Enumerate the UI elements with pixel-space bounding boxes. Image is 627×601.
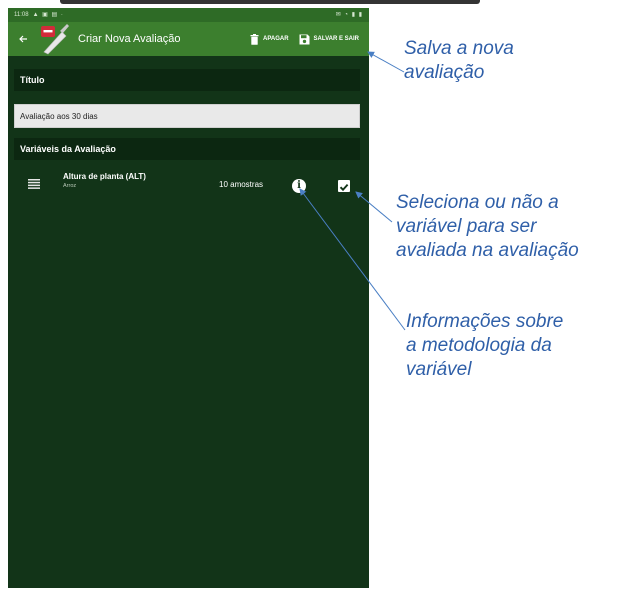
annotation-line: Salva a nova bbox=[404, 38, 514, 59]
variable-name: Altura de planta (ALT) bbox=[63, 172, 146, 181]
save-button-label: SALVAR E SAIR bbox=[313, 36, 359, 42]
variable-crop: Arroz bbox=[63, 183, 77, 189]
status-bar: 11:08 ▲ ▣ ▤ · ✉ ◔ ▮ ▮ bbox=[8, 8, 369, 22]
arrow-to-save bbox=[367, 51, 405, 73]
select-variable-checkbox[interactable] bbox=[338, 180, 350, 192]
annotation-line: avaliação bbox=[404, 62, 485, 83]
annotation-save: Salva a nova avaliação bbox=[404, 37, 514, 85]
app-bar: Criar Nova Avaliação APAGAR SALVAR E SAI… bbox=[8, 22, 369, 56]
cropped-heading bbox=[0, 0, 627, 8]
app-logo-icon bbox=[38, 22, 70, 56]
annotation-line: variável para ser bbox=[396, 216, 537, 237]
samples-count: 10 amostras bbox=[219, 180, 264, 189]
checkmark-icon bbox=[339, 183, 349, 192]
drag-handle-icon[interactable] bbox=[28, 176, 40, 194]
evaluation-title-input[interactable] bbox=[14, 104, 360, 128]
tablet-screen: 11:08 ▲ ▣ ▤ · ✉ ◔ ▮ ▮ Criar Nova Avaliaç… bbox=[8, 8, 369, 588]
status-icons-right: ✉ ◔ ▮ ▮ bbox=[335, 12, 363, 18]
annotation-info: Informações sobre a metodologia da variá… bbox=[406, 310, 563, 382]
annotation-line: avaliada na avaliação bbox=[396, 240, 579, 261]
annotation-line: variável bbox=[406, 359, 472, 380]
app-title: Criar Nova Avaliação bbox=[78, 33, 181, 45]
delete-button-label: APAGAR bbox=[262, 36, 289, 42]
variables-section-header: Variáveis da Avaliação bbox=[14, 138, 360, 160]
trash-icon bbox=[250, 33, 259, 45]
delete-button[interactable]: APAGAR bbox=[250, 33, 289, 45]
status-icons-left: ▲ ▣ ▤ · bbox=[32, 12, 64, 18]
back-arrow-icon[interactable] bbox=[8, 22, 38, 56]
annotation-line: a metodologia da bbox=[406, 335, 552, 356]
status-time: 11:08 bbox=[14, 12, 29, 18]
save-icon bbox=[299, 34, 310, 44]
annotation-line: Seleciona ou não a bbox=[396, 192, 559, 213]
variable-row[interactable]: Altura de planta (ALT) Arroz 10 amostras… bbox=[14, 168, 360, 198]
info-icon[interactable]: i bbox=[292, 179, 306, 193]
annotation-line: Informações sobre bbox=[406, 311, 564, 332]
annotation-select: Seleciona ou não a variável para ser ava… bbox=[396, 191, 579, 263]
save-and-exit-button[interactable]: SALVAR E SAIR bbox=[299, 34, 359, 45]
title-section-header: Título bbox=[14, 69, 360, 91]
